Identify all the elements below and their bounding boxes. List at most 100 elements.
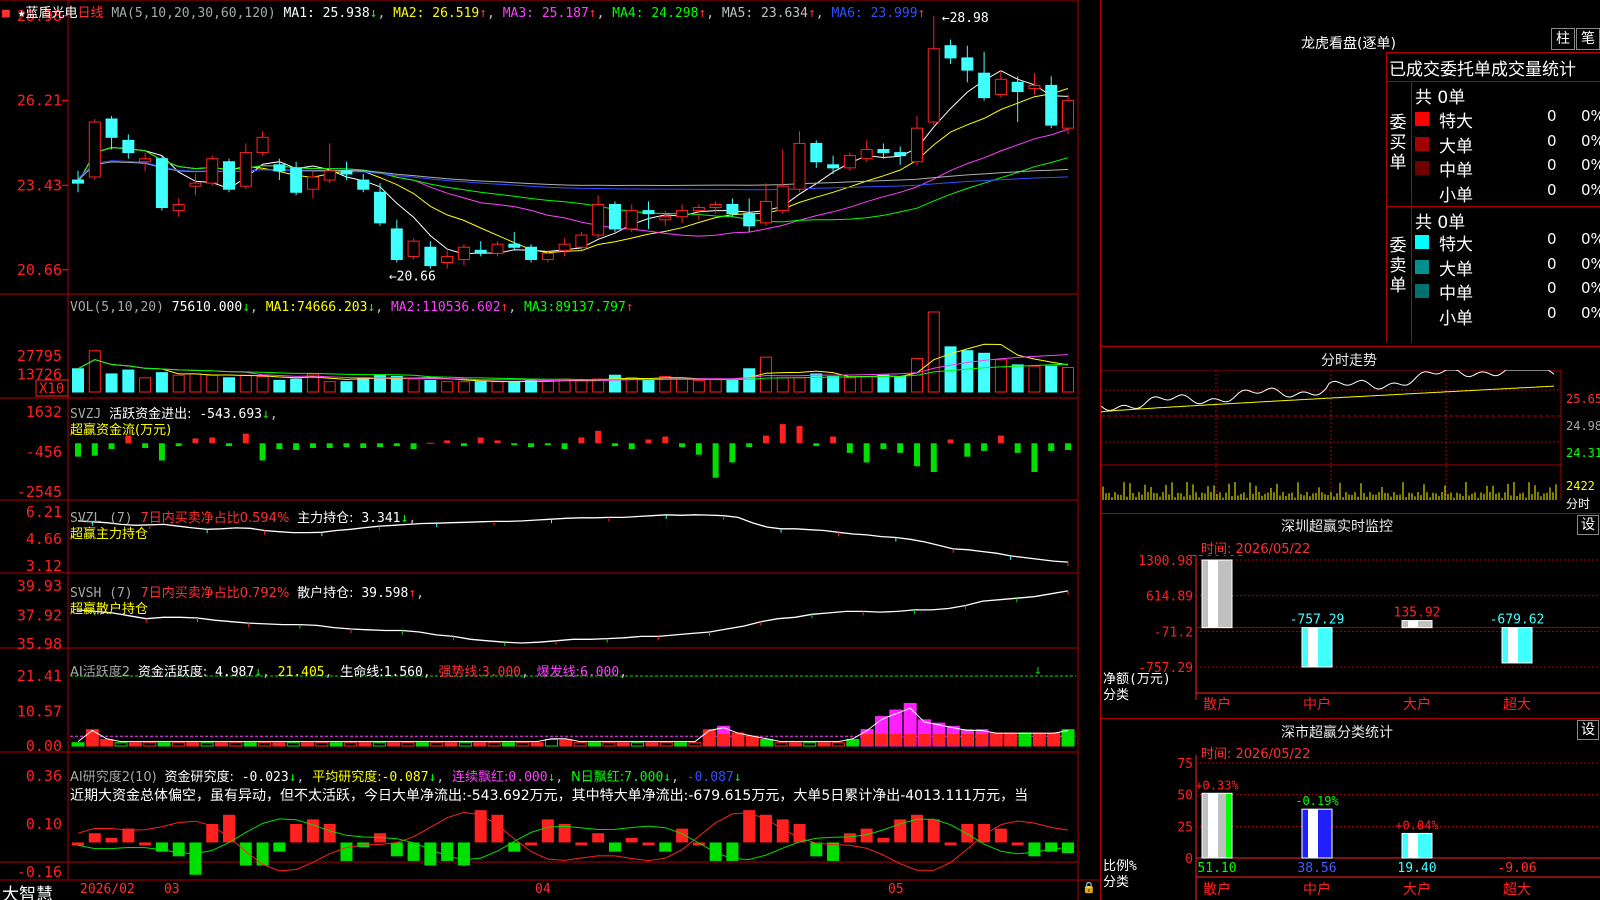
- bar-mode-button[interactable]: 柱: [1551, 28, 1575, 50]
- candle-body: [122, 139, 135, 154]
- vol-ma3-arrow: ↑: [625, 300, 634, 315]
- ma1-arrow: ↓: [369, 6, 378, 21]
- period-label[interactable]: 日线: [78, 6, 104, 21]
- flow-bar: [192, 438, 199, 444]
- ai3-comment: 近期大资金总体偏空，虽有异动，但不太活跃，今日大单净流出:-543.692万元，…: [70, 788, 1029, 804]
- ai3-header: AI研究度2(10) 资金研究度: -0.023↓, 平均研究度:-0.087↓…: [70, 770, 742, 785]
- flow-bar: [1031, 443, 1038, 472]
- buy-row-2[interactable]: 中单 0 0%: [1415, 156, 1600, 181]
- sell-row-1[interactable]: 大单 0 0%: [1415, 254, 1600, 280]
- candle-body: [659, 216, 672, 221]
- candle-body: [340, 170, 353, 175]
- price-axis-label-1: 26.21: [17, 91, 62, 109]
- activity-bar: [645, 742, 659, 747]
- vol-value: 75610.000: [171, 300, 243, 315]
- ma3-value: MA3: 25.187: [502, 6, 589, 21]
- class-axis-label-0: 75: [1177, 757, 1193, 772]
- flow-bar: [276, 443, 283, 450]
- sell-row-pct-2: 0%: [1581, 279, 1600, 297]
- intraday-axis-2: 24.31: [1566, 446, 1600, 460]
- svsh-axis-label-2: 35.98: [17, 635, 62, 653]
- flow-bar: [779, 424, 786, 444]
- vol-bar: [676, 378, 689, 393]
- vol-bar: [810, 373, 823, 393]
- sell-row-3[interactable]: 小单 0 0%: [1415, 304, 1600, 329]
- flow-bar: [544, 443, 551, 446]
- activity-bar: [731, 732, 745, 747]
- sell-row-pct-1: 0%: [1581, 254, 1600, 273]
- flow-bar: [1014, 443, 1021, 453]
- sz-class-chart[interactable]: 75 50 25 0 51.10 +0.33% 散户 38.56 -0.19% 中户 19.40 +0…: [1101, 755, 1600, 900]
- research-bar: [390, 842, 403, 857]
- flow-bar: [343, 443, 350, 448]
- activity-bar: [530, 742, 544, 747]
- lhb-header: 已成交委托单成交量统计: [1389, 60, 1576, 80]
- flow-bar: [309, 443, 316, 449]
- activity-bar: [71, 742, 85, 747]
- ai3-avg-label: 平均研究度:: [312, 770, 382, 785]
- flow-bar: [947, 439, 954, 444]
- activity-bar: [817, 742, 831, 747]
- research-bar: [592, 833, 605, 843]
- activity-bar: [401, 742, 415, 747]
- candle-body: [323, 170, 336, 181]
- intraday-chart[interactable]: [1101, 370, 1600, 515]
- vol-bar: [743, 368, 756, 393]
- activity-bar: [659, 742, 673, 747]
- buy-row-pct-2: 0%: [1581, 156, 1600, 174]
- research-bar: [726, 842, 739, 861]
- candle-body: [625, 210, 638, 230]
- candle-body: [877, 149, 890, 154]
- lock-icon[interactable]: 🔒: [1082, 881, 1096, 894]
- research-bar: [457, 842, 470, 866]
- activity-bar-base: [861, 734, 874, 746]
- sz-class-settings-button[interactable]: 设: [1577, 720, 1599, 740]
- activity-bar: [602, 742, 616, 747]
- sz-value-label-0: 1300.98: [1190, 555, 1245, 560]
- ai2-arrow-mark: ↓: [1034, 663, 1042, 678]
- activity-bar: [745, 735, 759, 747]
- svzl-axis-label-0: 6.21: [26, 503, 62, 521]
- sz-monitor-settings-button[interactable]: 设: [1577, 515, 1599, 535]
- stock-name[interactable]: 蓝盾光电: [25, 6, 77, 21]
- sell-row-0[interactable]: 特大 0 0%: [1415, 230, 1600, 255]
- research-bar: [139, 842, 152, 846]
- buy-row-1[interactable]: 大单 0 0%: [1415, 131, 1600, 157]
- research-bar: [239, 842, 252, 866]
- research-bar: [961, 824, 974, 843]
- buy-row-count-1: 0: [1547, 131, 1557, 150]
- vol-bar: [793, 377, 806, 393]
- buy-row-3[interactable]: 小单 0 0%: [1415, 181, 1600, 206]
- vol-bar: [608, 374, 621, 393]
- sell-row-label-2: 中单: [1439, 284, 1473, 304]
- vol-bar: [105, 373, 118, 393]
- vol-bar: [88, 350, 101, 393]
- vol-bar: [877, 374, 890, 393]
- sz-bar-1: [1301, 627, 1333, 668]
- ai3-nred-value: 7.000: [624, 770, 664, 785]
- svzl-hold-label: 主力持仓:: [297, 511, 354, 526]
- candle-body: [139, 158, 152, 163]
- sz-value-label-2: 135.92: [1394, 606, 1441, 621]
- sell-row-2[interactable]: 中单 0 0%: [1415, 279, 1600, 304]
- ai2-header: AI活跃度2 资金活跃度: 4.987↓, 21.405, 生命线:1.560,…: [70, 665, 628, 680]
- candle-body: [827, 164, 840, 169]
- candle-body: [642, 210, 655, 215]
- svzl-subtitle: 超赢主力持仓: [70, 527, 149, 542]
- price-chart-canvas[interactable]: 28.9826.2123.4320.66←28.98←20.6627795137…: [0, 0, 1100, 900]
- sz-bar-3: [1501, 627, 1533, 664]
- flow-bar: [377, 443, 384, 448]
- sz-monitor-chart[interactable]: 1300.98614.89-71.2-757.291300.98散户-757.2…: [1101, 555, 1600, 715]
- chart-area[interactable]: 28.98 26.21 23.43 20.66 ←28.98 ←20.66 27795 137…: [0, 0, 1100, 900]
- flow-bar: [293, 443, 300, 450]
- lhb-title: 龙虎看盘(逐单): [1301, 36, 1396, 52]
- activity-bar: [573, 742, 587, 747]
- vol-bar: [508, 381, 521, 393]
- flow-bar: [494, 440, 501, 444]
- tick-mode-button[interactable]: 笔: [1576, 28, 1600, 50]
- ai2-burst-label: 爆发线:: [536, 665, 581, 680]
- candle-body: [1028, 84, 1041, 89]
- activity-bar-base: [889, 734, 902, 746]
- activity-bar-base: [947, 734, 960, 746]
- buy-row-0[interactable]: 特大 0 0%: [1415, 107, 1600, 132]
